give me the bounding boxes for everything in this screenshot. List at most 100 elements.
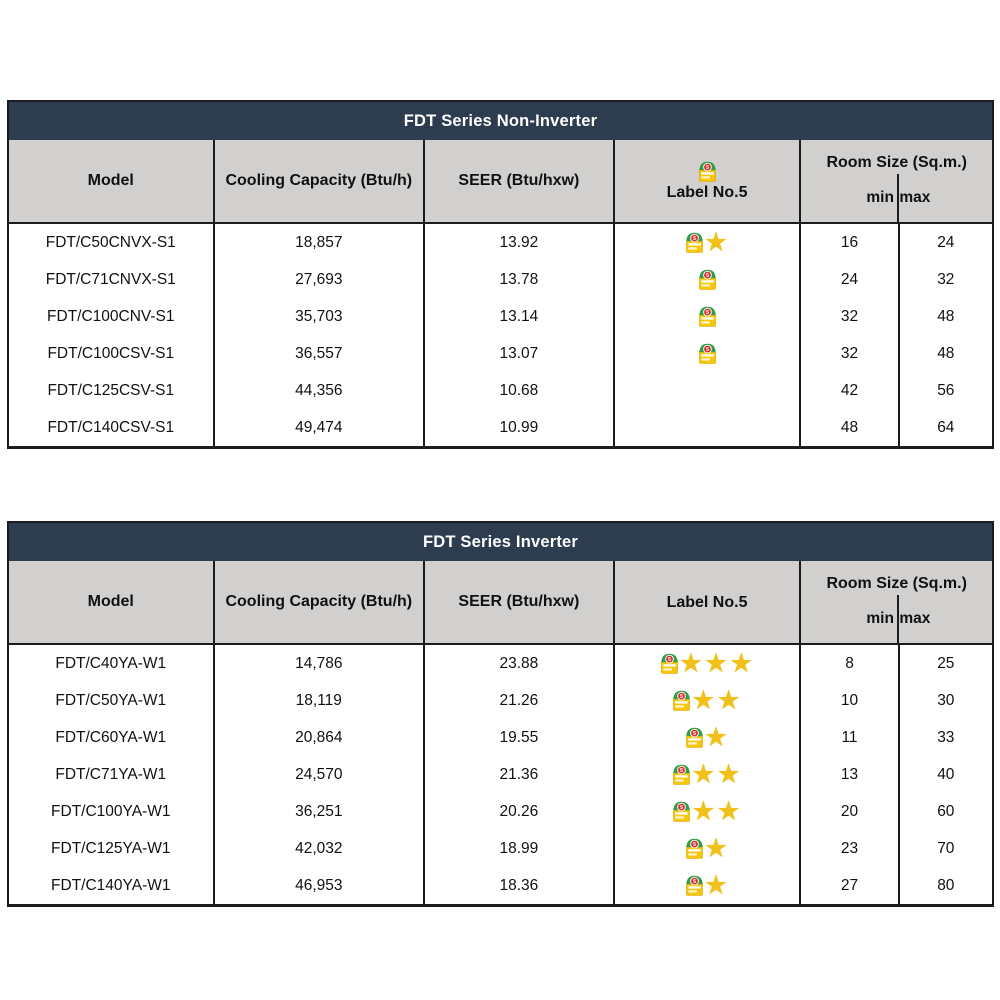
room-max-cell: 56 — [898, 372, 992, 409]
table-row: FDT/C100CNV-S135,70313.14 5 3248 — [9, 298, 992, 335]
seer-cell: 21.36 — [423, 756, 613, 793]
column-header-min: min — [863, 174, 897, 222]
column-header-cooling-capacity: Cooling Capacity (Btu/h) — [213, 140, 424, 222]
model-cell: FDT/C100CNV-S1 — [9, 298, 213, 335]
svg-text:5: 5 — [693, 236, 696, 242]
energy-label-no5-icon: 5 — [686, 232, 703, 253]
non-inverter-table: FDT Series Non-Inverter Model Cooling Ca… — [7, 100, 994, 449]
table-row: FDT/C100YA-W136,25120.26 5 ★★2060 — [9, 793, 992, 830]
model-cell: FDT/C100YA-W1 — [9, 793, 213, 830]
energy-label-no5-icon: 5 — [686, 727, 703, 748]
room-max-cell: 32 — [898, 261, 992, 298]
seer-cell: 13.78 — [423, 261, 613, 298]
seer-cell: 18.99 — [423, 830, 613, 867]
star-icon: ★ — [704, 725, 728, 749]
svg-text:5: 5 — [705, 165, 708, 171]
column-header-min: min — [863, 595, 897, 643]
energy-label-cell: 5 — [613, 298, 800, 335]
model-cell: FDT/C71CNVX-S1 — [9, 261, 213, 298]
model-cell: FDT/C100CSV-S1 — [9, 335, 213, 372]
energy-label-cell: 5 — [613, 261, 800, 298]
table-row: FDT/C100CSV-S136,55713.07 5 3248 — [9, 335, 992, 372]
svg-text:5: 5 — [680, 805, 683, 811]
cooling-capacity-cell: 18,857 — [213, 224, 424, 261]
model-cell: FDT/C71YA-W1 — [9, 756, 213, 793]
seer-cell: 10.68 — [423, 372, 613, 409]
table-row: FDT/C71YA-W124,57021.36 5 ★★1340 — [9, 756, 992, 793]
cooling-capacity-cell: 18,119 — [213, 682, 424, 719]
energy-label-no5-icon: 5 — [686, 838, 703, 859]
seer-cell: 23.88 — [423, 645, 613, 682]
star-icon: ★ — [729, 651, 753, 675]
energy-label-no5-icon: 5 — [699, 161, 716, 182]
cooling-capacity-cell: 27,693 — [213, 261, 424, 298]
energy-label-cell: 5 ★ — [613, 224, 800, 261]
room-max-cell: 70 — [898, 830, 992, 867]
energy-label-rating: 5 ★ — [686, 230, 728, 254]
energy-label-cell — [613, 372, 800, 409]
column-header-seer: SEER (Btu/hxw) — [423, 140, 613, 222]
model-cell: FDT/C60YA-W1 — [9, 719, 213, 756]
spec-sheet: FDT Series Non-Inverter Model Cooling Ca… — [0, 0, 1000, 907]
table-row: FDT/C125CSV-S144,35610.684256 — [9, 372, 992, 409]
energy-label-cell: 5 ★★ — [613, 682, 800, 719]
energy-label-rating: 5 — [699, 306, 716, 327]
energy-label-rating: 5 ★★★ — [661, 651, 754, 675]
cooling-capacity-cell: 36,251 — [213, 793, 424, 830]
room-max-cell: 80 — [898, 867, 992, 904]
room-max-cell: 48 — [898, 298, 992, 335]
model-cell: FDT/C50YA-W1 — [9, 682, 213, 719]
column-header-label-no5: Label No.5 — [613, 561, 800, 643]
model-cell: FDT/C50CNVX-S1 — [9, 224, 213, 261]
energy-label-no5-icon: 5 — [699, 269, 716, 290]
seer-cell: 10.99 — [423, 409, 613, 446]
column-header-model: Model — [9, 561, 213, 643]
energy-label-no5-icon: 5 — [699, 306, 716, 327]
energy-label-no5-icon: 5 — [673, 801, 690, 822]
table-row: FDT/C125YA-W142,03218.99 5 ★2370 — [9, 830, 992, 867]
energy-label-no5-icon: 5 — [686, 875, 703, 896]
model-cell: FDT/C40YA-W1 — [9, 645, 213, 682]
room-max-cell: 24 — [898, 224, 992, 261]
room-min-cell: 8 — [799, 645, 897, 682]
seer-cell: 21.26 — [423, 682, 613, 719]
cooling-capacity-cell: 42,032 — [213, 830, 424, 867]
svg-text:5: 5 — [705, 310, 708, 316]
energy-label-cell — [613, 409, 800, 446]
room-max-cell: 40 — [898, 756, 992, 793]
cooling-capacity-cell: 49,474 — [213, 409, 424, 446]
room-min-cell: 48 — [799, 409, 897, 446]
energy-label-rating: 5 — [699, 343, 716, 364]
svg-text:5: 5 — [693, 731, 696, 737]
seer-cell: 13.07 — [423, 335, 613, 372]
energy-label-rating: 5 — [699, 269, 716, 290]
cooling-capacity-cell: 44,356 — [213, 372, 424, 409]
room-min-cell: 42 — [799, 372, 897, 409]
model-cell: FDT/C140YA-W1 — [9, 867, 213, 904]
energy-label-cell: 5 ★★★ — [613, 645, 800, 682]
table-row: FDT/C140YA-W146,95318.36 5 ★2780 — [9, 867, 992, 904]
energy-label-no5-icon: 5 — [661, 653, 678, 674]
seer-cell: 13.92 — [423, 224, 613, 261]
cooling-capacity-cell: 35,703 — [213, 298, 424, 335]
star-icon: ★ — [704, 836, 728, 860]
table-title: FDT Series Non-Inverter — [9, 102, 992, 140]
column-header-max: max — [897, 595, 930, 643]
room-max-cell: 25 — [898, 645, 992, 682]
room-min-cell: 27 — [799, 867, 897, 904]
table-body: FDT/C50CNVX-S118,85713.92 5 ★1624FDT/C71… — [9, 224, 992, 446]
room-min-cell: 24 — [799, 261, 897, 298]
seer-cell: 13.14 — [423, 298, 613, 335]
svg-text:5: 5 — [680, 768, 683, 774]
inverter-table: FDT Series Inverter Model Cooling Capaci… — [7, 521, 994, 907]
svg-text:5: 5 — [705, 273, 708, 279]
column-header-room-size: Room Size (Sq.m.) min max — [799, 561, 992, 643]
room-size-subheaders: min max — [863, 174, 930, 222]
cooling-capacity-cell: 14,786 — [213, 645, 424, 682]
star-icon: ★ — [679, 651, 703, 675]
seer-cell: 18.36 — [423, 867, 613, 904]
svg-text:5: 5 — [680, 694, 683, 700]
table-row: FDT/C50CNVX-S118,85713.92 5 ★1624 — [9, 224, 992, 261]
room-size-title: Room Size (Sq.m.) — [826, 140, 966, 174]
seer-cell: 20.26 — [423, 793, 613, 830]
